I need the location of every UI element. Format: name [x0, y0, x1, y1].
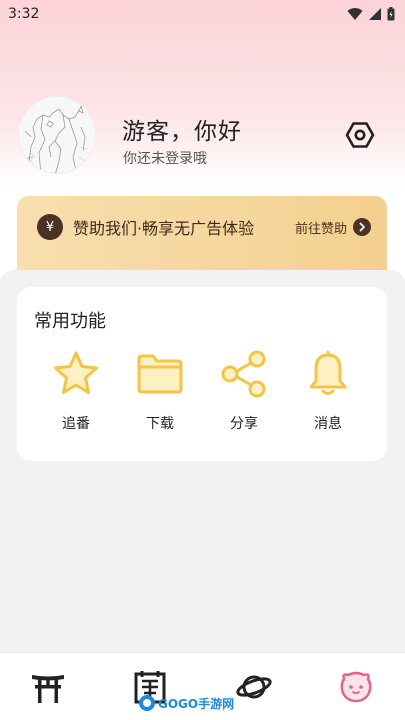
watermark-logo-icon [139, 695, 155, 711]
profile-header: 游客，你好 你还未登录哦 [18, 96, 388, 176]
profile-face-icon [340, 671, 372, 703]
go-sponsor-link[interactable]: 前往赞助 [295, 218, 371, 237]
bell-icon [309, 350, 347, 395]
card-title: 常用功能 [34, 311, 106, 332]
function-label: 下载 [146, 416, 174, 432]
function-download[interactable]: 下载 [120, 349, 200, 439]
star-icon [54, 351, 98, 394]
greeting-title[interactable]: 游客，你好 [122, 112, 242, 146]
status-time: 3:32 [8, 6, 40, 22]
function-messages[interactable]: 消息 [288, 349, 368, 439]
battery-icon [387, 7, 395, 21]
status-icons [347, 7, 395, 21]
sponsor-banner[interactable]: ¥ 赞助我们·畅享无广告体验 前往赞助 [17, 196, 387, 270]
function-label: 分享 [230, 416, 258, 432]
common-functions-card: 常用功能 追番 下载 分享 消息 [17, 287, 387, 461]
function-label: 消息 [314, 416, 342, 432]
settings-hexagon-icon [345, 122, 375, 148]
login-prompt[interactable]: 你还未登录哦 [123, 148, 207, 168]
avatar[interactable] [18, 96, 96, 174]
nav-profile[interactable] [336, 667, 376, 707]
share-icon [221, 350, 266, 398]
sponsor-text: 赞助我们·畅享无广告体验 [73, 219, 255, 238]
planet-icon [236, 675, 272, 699]
nav-discover[interactable] [234, 667, 274, 707]
watermark-text: GOGO手游网 [158, 696, 235, 711]
signal-icon [369, 8, 381, 20]
status-bar: 3:32 [0, 0, 405, 28]
folder-icon [137, 354, 183, 394]
go-sponsor-label: 前往赞助 [294, 221, 347, 237]
watermark: GOGO手游网 [138, 690, 234, 716]
wifi-icon [347, 8, 363, 20]
function-label: 追番 [62, 416, 90, 432]
avatar-sketch-image [22, 100, 88, 173]
function-share[interactable]: 分享 [204, 349, 284, 439]
torii-icon [32, 675, 64, 703]
settings-button[interactable] [342, 117, 378, 153]
function-follow[interactable]: 追番 [36, 349, 116, 439]
nav-home[interactable] [28, 667, 68, 707]
chevron-right-icon [353, 218, 371, 236]
yen-icon: ¥ [37, 214, 63, 240]
